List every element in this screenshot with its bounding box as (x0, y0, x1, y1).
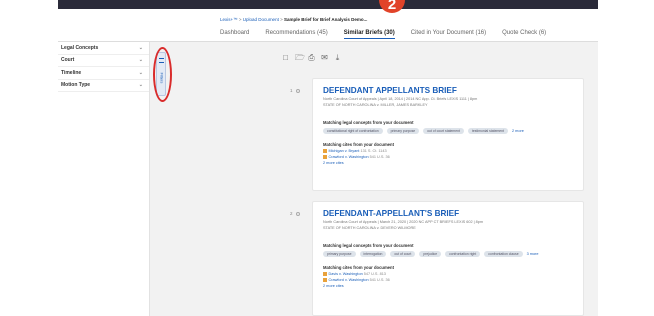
filter-sidebar: Legal Concepts ⌄ Court ⌄ Timeline ⌄ Moti… (58, 42, 150, 316)
download-icon[interactable]: ⤓ (334, 54, 341, 62)
chevron-down-icon: ⌄ (138, 44, 143, 51)
caution-flag-icon (323, 155, 327, 159)
tab-recommendations[interactable]: Recommendations (45) (265, 30, 327, 39)
results-header: Lexis+™ > Upload Document > Sample Brief… (58, 9, 598, 42)
concept-chip[interactable]: confrontation right (445, 251, 481, 257)
concept-chip[interactable]: out of court statement (423, 128, 464, 134)
facet-motion-type[interactable]: Motion Type ⌄ (58, 80, 149, 92)
facet-legal-concepts[interactable]: Legal Concepts ⌄ (58, 42, 149, 55)
results-toolbar: □ 🗁 ⎙ ✉ ⤓ (282, 54, 341, 62)
result-title-link[interactable]: DEFENDANT-APPELLANT'S BRIEF (323, 209, 459, 218)
cites-more-link[interactable]: 2 more cites (323, 283, 390, 289)
cite-citation: 541 U.S. 36 (369, 278, 390, 282)
email-icon[interactable]: ✉ (321, 54, 328, 62)
result-number: 2 (290, 211, 293, 216)
cites-heading: Matching cites from your document (323, 265, 394, 270)
breadcrumb-home-link[interactable]: Lexis+™ (220, 17, 238, 22)
concepts-more-link[interactable]: 3 more (527, 252, 539, 256)
cite-name-link[interactable]: Crawford v. Washington (329, 155, 369, 159)
facet-label: Timeline (61, 69, 82, 76)
facet-label: Motion Type (61, 82, 91, 89)
cite-citation: 131 S. Ct. 1143 (360, 149, 387, 153)
result-card: DEFENDANT APPELLANTS BRIEF North Carolin… (312, 78, 584, 191)
breadcrumb: Lexis+™ > Upload Document > Sample Brief… (220, 17, 367, 22)
caution-flag-icon (323, 272, 327, 276)
cite-citation: 547 U.S. 813 (363, 272, 386, 276)
facet-timeline[interactable]: Timeline ⌄ (58, 67, 149, 80)
cite-name-link[interactable]: Crawford v. Washington (329, 278, 369, 282)
result-meta: North Carolina Court of Appeals | March … (323, 220, 484, 224)
result-select[interactable]: 1 (290, 88, 300, 93)
concept-chip[interactable]: prejudice (419, 251, 442, 257)
tab-quote-check[interactable]: Quote Check (6) (502, 30, 546, 39)
concepts-heading: Matching legal concepts from your docume… (323, 243, 414, 248)
concepts-heading: Matching legal concepts from your docume… (323, 120, 414, 125)
result-title-link[interactable]: DEFENDANT APPELLANTS BRIEF (323, 86, 457, 95)
cite-name-link[interactable]: Michigan v. Bryant (329, 149, 360, 153)
chevron-down-icon: ⌄ (138, 57, 143, 64)
breadcrumb-upload-link[interactable]: Upload Document (243, 17, 279, 22)
facet-court[interactable]: Court ⌄ (58, 55, 149, 67)
concept-chip[interactable]: out of court (390, 251, 416, 257)
tab-dashboard[interactable]: Dashboard (220, 30, 249, 39)
print-icon[interactable]: ⎙ (308, 54, 315, 62)
highlight-circle-annotation (153, 47, 172, 102)
result-parties: STATE OF NORTH CAROLINA v. DEVERO WILMOR… (323, 226, 416, 230)
facet-label: Legal Concepts (61, 44, 99, 51)
result-checkbox[interactable] (295, 88, 300, 93)
cites-list: Davis v. Washington 547 U.S. 813 Crawfor… (323, 271, 390, 289)
chevron-down-icon: ⌄ (138, 69, 143, 76)
concept-chip[interactable]: constitutional right of confrontation (323, 128, 383, 134)
cites-more-link[interactable]: 2 more cites (323, 160, 390, 166)
cite-name-link[interactable]: Davis v. Washington (329, 272, 363, 276)
caution-flag-icon (323, 278, 327, 282)
result-checkbox[interactable] (295, 211, 300, 216)
concept-chips: primary purpose interrogation out of cou… (323, 251, 538, 257)
result-card: DEFENDANT-APPELLANT'S BRIEF North Caroli… (312, 201, 584, 316)
concept-chip[interactable]: primary purpose (323, 251, 356, 257)
tab-bar: Dashboard Recommendations (45) Similar B… (220, 30, 546, 39)
result-select[interactable]: 2 (290, 211, 300, 216)
result-parties: STATE OF NORTH CAROLINA v. MILLER, JAMES… (323, 103, 428, 107)
checkbox-icon[interactable]: □ (282, 54, 289, 62)
tab-similar-briefs[interactable]: Similar Briefs (30) (343, 30, 395, 39)
breadcrumb-current: Sample Brief for Brief Analysis Demo... (283, 17, 368, 22)
top-bar (58, 0, 598, 9)
concept-chip[interactable]: primary purpose (386, 128, 420, 134)
concept-chip[interactable]: confrontation clause (484, 251, 523, 257)
chevron-down-icon: ⌄ (138, 82, 143, 89)
tab-cited-in-your-document[interactable]: Cited in Your Document (16) (411, 30, 486, 39)
result-number: 1 (290, 88, 293, 93)
cites-heading: Matching cites from your document (323, 142, 394, 147)
concepts-more-link[interactable]: 2 more (512, 129, 524, 133)
app-window: Lexis+™ > Upload Document > Sample Brief… (58, 0, 598, 316)
cites-list: Michigan v. Bryant 131 S. Ct. 1143 Crawf… (323, 148, 390, 166)
concept-chips: constitutional right of confrontation pr… (323, 128, 524, 134)
concept-chip[interactable]: testimonial statement (467, 128, 508, 134)
result-meta: North Carolina Court of Appeals | April … (323, 97, 478, 101)
facet-label: Court (61, 57, 75, 64)
caution-flag-icon (323, 149, 327, 153)
folder-icon[interactable]: 🗁 (295, 54, 305, 62)
cite-citation: 541 U.S. 36 (369, 155, 390, 159)
concept-chip[interactable]: interrogation (359, 251, 387, 257)
